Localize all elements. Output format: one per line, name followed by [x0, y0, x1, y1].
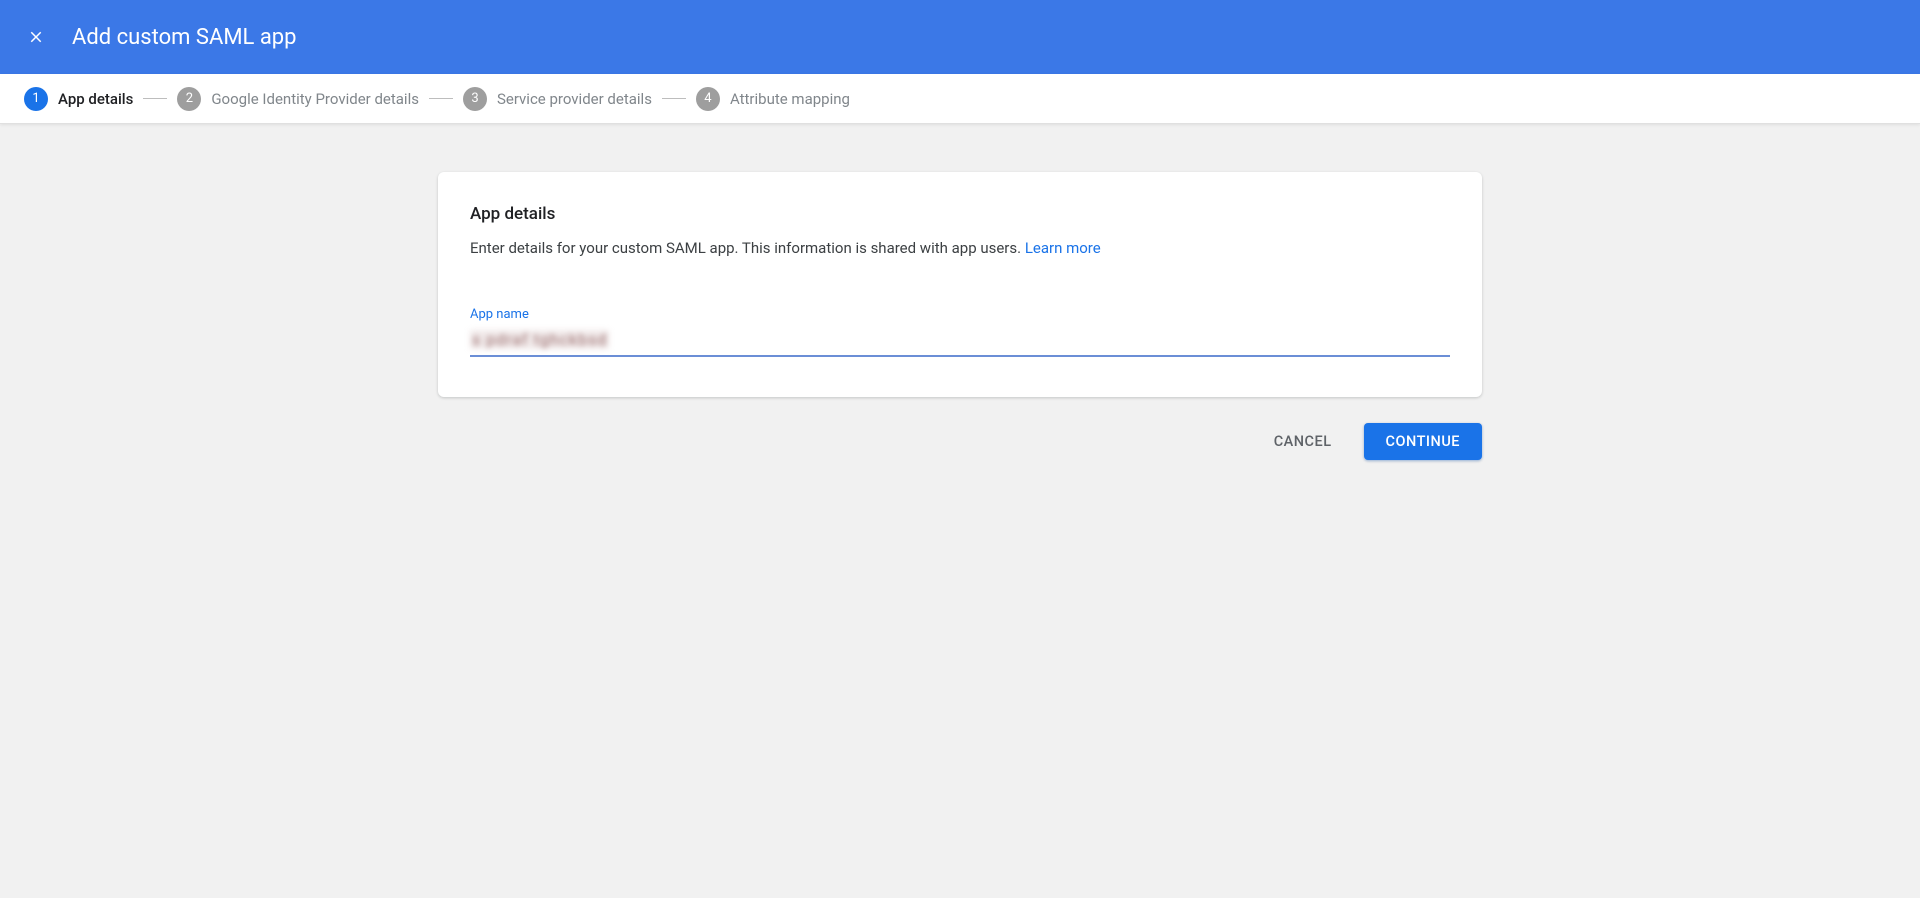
app-details-card: App details Enter details for your custo… — [438, 172, 1482, 397]
step-google-idp-details[interactable]: 2 Google Identity Provider details — [177, 87, 419, 111]
step-connector — [662, 98, 686, 99]
app-name-field: App name s pdraf tghckbsd — [470, 307, 1450, 357]
step-service-provider-details[interactable]: 3 Service provider details — [463, 87, 652, 111]
step-connector — [429, 98, 453, 99]
learn-more-link[interactable]: Learn more — [1025, 239, 1101, 257]
step-number: 4 — [696, 87, 720, 111]
app-name-label: App name — [470, 307, 1450, 322]
card-description-text: Enter details for your custom SAML app. … — [470, 239, 1025, 257]
step-label: Service provider details — [497, 90, 652, 108]
close-icon[interactable] — [24, 25, 48, 49]
step-label: Attribute mapping — [730, 90, 850, 108]
header-bar: Add custom SAML app — [0, 0, 1920, 74]
cancel-button[interactable]: CANCEL — [1262, 423, 1344, 460]
stepper: 1 App details 2 Google Identity Provider… — [0, 74, 1920, 124]
step-attribute-mapping[interactable]: 4 Attribute mapping — [696, 87, 850, 111]
button-row: CANCEL CONTINUE — [438, 423, 1482, 460]
step-app-details[interactable]: 1 App details — [24, 87, 133, 111]
step-number: 1 — [24, 87, 48, 111]
card-description: Enter details for your custom SAML app. … — [470, 238, 1450, 259]
step-connector — [143, 98, 167, 99]
step-number: 2 — [177, 87, 201, 111]
app-name-value: s pdraf tghckbsd — [470, 330, 609, 349]
continue-button[interactable]: CONTINUE — [1364, 423, 1482, 460]
app-name-input[interactable]: s pdraf tghckbsd — [470, 326, 1450, 357]
card-title: App details — [470, 204, 1450, 224]
step-label: App details — [58, 90, 133, 108]
step-number: 3 — [463, 87, 487, 111]
page-title: Add custom SAML app — [72, 25, 297, 50]
content-area: App details Enter details for your custo… — [0, 124, 1920, 460]
step-label: Google Identity Provider details — [211, 90, 419, 108]
